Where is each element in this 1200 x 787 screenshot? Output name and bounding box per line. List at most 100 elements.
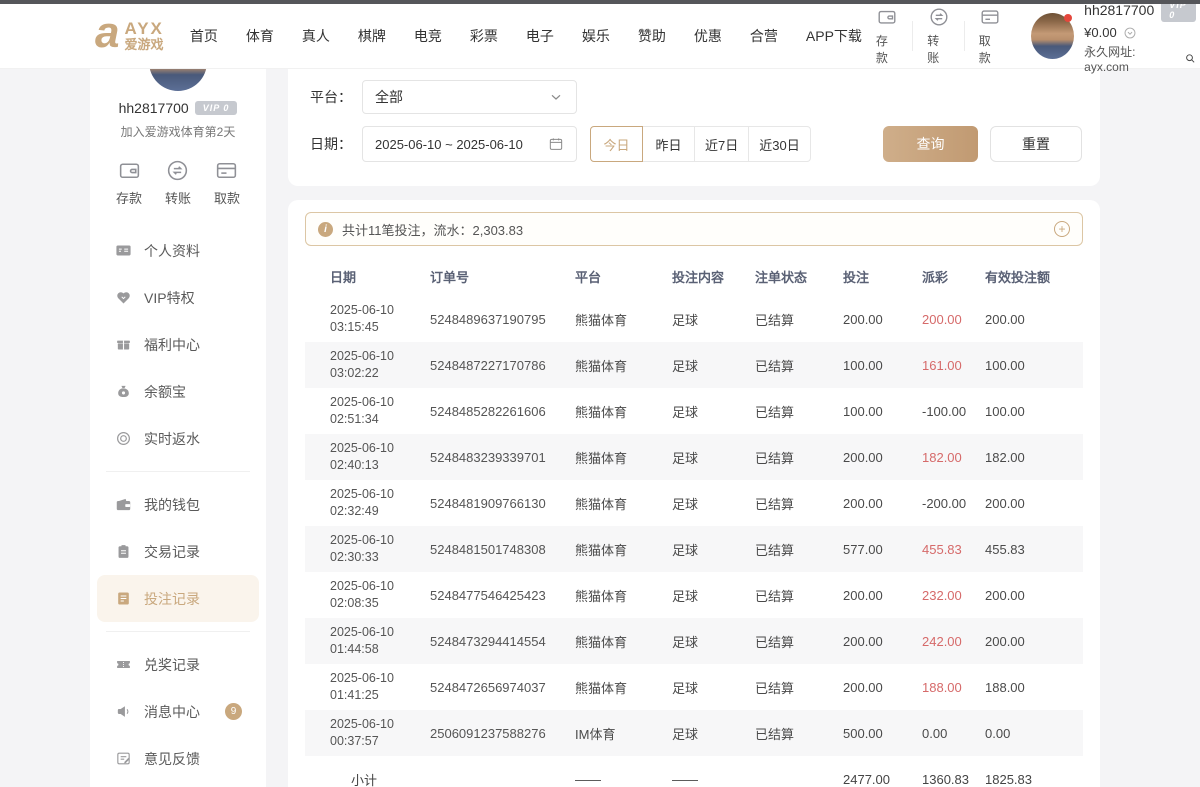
subtotal-label: 小计: [305, 770, 430, 787]
cell-payout: 161.00: [922, 358, 985, 373]
cell-platform: 熊猫体育: [575, 632, 672, 651]
quick-range-button[interactable]: 昨日: [642, 126, 695, 162]
sidebar-withdraw-label: 取款: [214, 188, 240, 207]
notification-dot: [1064, 14, 1072, 22]
sidebar-item-welfare[interactable]: 福利中心: [90, 321, 266, 368]
table-row: 2025-06-1002:40:135248483239339701熊猫体育足球…: [305, 434, 1083, 480]
cell-order: 5248472656974037: [430, 680, 575, 695]
table-header-row: 日期订单号平台投注内容注单状态投注派彩有效投注额: [305, 256, 1083, 296]
top-header: a AYX 爱游戏 首页 体育 真人 棋牌 电竞 彩票 电子 娱乐 赞助 优惠 合营 APP下载 存款…: [0, 4, 1200, 69]
header-withdraw-button[interactable]: 取款: [965, 6, 1015, 66]
cell-valid: 0.00: [985, 726, 1083, 741]
column-header: 日期: [305, 267, 430, 286]
reset-button[interactable]: 重置: [990, 126, 1082, 162]
feedback-icon: [115, 750, 132, 767]
date-range-input[interactable]: 2025-06-10 ~ 2025-06-10: [362, 126, 577, 162]
sidebar-withdraw-button[interactable]: 取款: [214, 158, 240, 207]
quick-range-button[interactable]: 近7日: [694, 126, 749, 162]
quick-range-button[interactable]: 今日: [590, 126, 643, 162]
table-row: 2025-06-1002:51:345248485282261606熊猫体育足球…: [305, 388, 1083, 434]
sidebar-item-wallet[interactable]: 我的钱包: [90, 481, 266, 528]
cell-status: 已结算: [755, 448, 843, 467]
sidebar-item-label: 我的钱包: [144, 495, 200, 515]
cell-status: 已结算: [755, 540, 843, 559]
range-group: 今日昨日近7日近30日: [590, 126, 811, 162]
nav-item[interactable]: 合营: [750, 26, 778, 46]
cell-date: 2025-06-1000:37:57: [305, 716, 430, 750]
expand-icon[interactable]: +: [1054, 221, 1070, 237]
sidebar-item-messages[interactable]: 消息中心 9: [90, 688, 266, 735]
cell-date: 2025-06-1001:44:58: [305, 624, 430, 658]
cell-content: 足球: [672, 448, 755, 467]
sidebar-item-transactions[interactable]: 交易记录: [90, 528, 266, 575]
table-row: 2025-06-1000:37:572506091237588276IM体育足球…: [305, 710, 1083, 756]
cell-date: 2025-06-1002:40:13: [305, 440, 430, 474]
sidebar-item-yuebao[interactable]: 余额宝: [90, 368, 266, 415]
cell-date: 2025-06-1002:30:33: [305, 532, 430, 566]
nav-item[interactable]: 真人: [302, 26, 330, 46]
nav-item[interactable]: 彩票: [470, 26, 498, 46]
cell-content: 足球: [672, 494, 755, 513]
cell-platform: 熊猫体育: [575, 310, 672, 329]
sidebar-item-feedback[interactable]: 意见反馈: [90, 735, 266, 782]
cell-order: 5248487227170786: [430, 358, 575, 373]
cell-status: 已结算: [755, 310, 843, 329]
money-pouch-icon: [115, 383, 132, 400]
nav-item[interactable]: 体育: [246, 26, 274, 46]
cell-valid: 200.00: [985, 588, 1083, 603]
cell-date: 2025-06-1003:02:22: [305, 348, 430, 382]
cell-valid: 200.00: [985, 312, 1083, 327]
column-header: 投注: [843, 267, 922, 286]
nav-item[interactable]: 优惠: [694, 26, 722, 46]
nav-item[interactable]: APP下载: [806, 26, 862, 46]
sidebar-item-bet-records[interactable]: 投注记录: [97, 575, 259, 622]
quick-range-button[interactable]: 近30日: [748, 126, 810, 162]
sidebar-quick-actions: 存款 转账 取款: [90, 158, 266, 207]
wallet-icon: [115, 496, 132, 513]
user-avatar[interactable]: [1031, 13, 1074, 59]
cell-status: 已结算: [755, 494, 843, 513]
header-deposit-button[interactable]: 存款: [862, 6, 912, 66]
nav-item[interactable]: 电子: [526, 26, 554, 46]
query-button[interactable]: 查询: [883, 126, 978, 162]
sidebar-item-label: 交易记录: [144, 542, 200, 562]
table-row: 2025-06-1001:41:255248472656974037熊猫体育足球…: [305, 664, 1083, 710]
sidebar-item-label: 实时返水: [144, 429, 200, 449]
cell-platform: 熊猫体育: [575, 540, 672, 559]
cell-platform: 熊猫体育: [575, 494, 672, 513]
sidebar-transfer-button[interactable]: 转账: [165, 158, 191, 207]
cell-valid: 188.00: [985, 680, 1083, 695]
chevron-down-icon: [548, 89, 564, 105]
cell-payout: 242.00: [922, 634, 985, 649]
platform-filter-label: 平台：: [310, 87, 362, 107]
nav-item[interactable]: 棋牌: [358, 26, 386, 46]
message-count-badge: 9: [225, 703, 242, 720]
cell-payout: -100.00: [922, 404, 985, 419]
sidebar-deposit-button[interactable]: 存款: [116, 158, 142, 207]
table-row: 2025-06-1001:44:585248473294414554熊猫体育足球…: [305, 618, 1083, 664]
sidebar-item-rebate[interactable]: 实时返水: [90, 415, 266, 462]
balance-chevron-icon[interactable]: [1123, 26, 1137, 40]
sidebar-item-vip[interactable]: VIP特权: [90, 274, 266, 321]
sidebar-item-label: 意见反馈: [144, 749, 200, 769]
main-nav: 首页 体育 真人 棋牌 电竞 彩票 电子 娱乐 赞助 优惠 合营 APP下载: [190, 26, 862, 46]
column-header: 投注内容: [672, 267, 755, 286]
nav-item[interactable]: 电竞: [414, 26, 442, 46]
table-row: 2025-06-1002:08:355248477546425423熊猫体育足球…: [305, 572, 1083, 618]
header-transfer-button[interactable]: 转账: [913, 6, 963, 66]
sidebar-item-label: 福利中心: [144, 335, 200, 355]
brand-logo[interactable]: a AYX 爱游戏: [95, 18, 164, 53]
cell-content: 足球: [672, 540, 755, 559]
nav-item[interactable]: 赞助: [638, 26, 666, 46]
magnifier-icon[interactable]: [1184, 52, 1197, 65]
gift-icon: [115, 336, 132, 353]
sidebar-item-prize-records[interactable]: 兑奖记录: [90, 641, 266, 688]
sidebar-item-profile[interactable]: 个人资料: [90, 227, 266, 274]
user-info: hh2817700 VIP 0 ¥0.00 永久网址: ayx.com: [1084, 0, 1196, 74]
platform-select[interactable]: 全部: [362, 80, 577, 114]
cell-platform: 熊猫体育: [575, 356, 672, 375]
nav-item[interactable]: 首页: [190, 26, 218, 46]
cell-platform: 熊猫体育: [575, 402, 672, 421]
nav-item[interactable]: 娱乐: [582, 26, 610, 46]
cell-status: 已结算: [755, 678, 843, 697]
